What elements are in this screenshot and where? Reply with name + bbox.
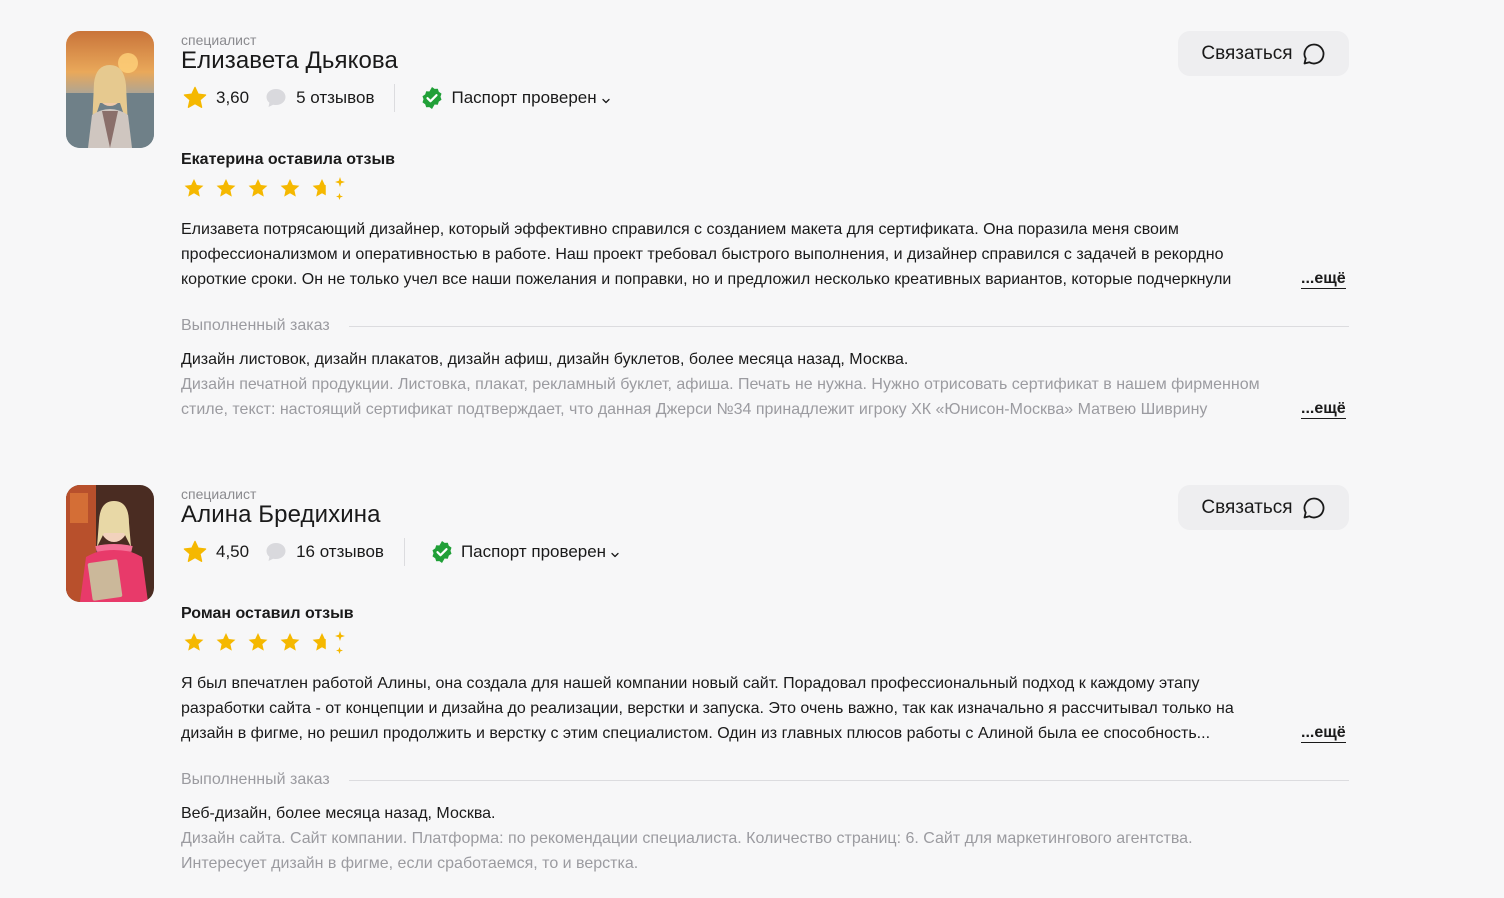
reviews-link[interactable]: 16 отзывов: [296, 542, 384, 562]
verified-check-icon: [430, 540, 454, 564]
chevron-down-icon[interactable]: [610, 547, 620, 558]
review-more-link[interactable]: ...ещё: [1301, 270, 1346, 289]
review-line: Елизавета потрясающий дизайнер, который …: [181, 221, 1179, 238]
role-label: специалист: [181, 486, 257, 502]
reviews-link[interactable]: 5 отзывов: [296, 88, 374, 108]
specialist-meta: 4,50 16 отзывов Паспорт проверен: [181, 538, 620, 566]
specialist-name[interactable]: Алина Бредихина: [181, 501, 381, 529]
order-description: Дизайн сайта. Сайт компании. Платформа: …: [181, 826, 1351, 876]
review-line: дизайн в фигме, но решил продолжить и ве…: [181, 725, 1211, 742]
specialist-name[interactable]: Елизавета Дьякова: [181, 47, 398, 75]
star-icon: [280, 179, 300, 197]
chevron-down-icon[interactable]: [601, 93, 611, 104]
comment-bubble-icon: [265, 541, 287, 563]
star-icon: [248, 633, 268, 651]
star-icon: [280, 633, 300, 651]
contact-button[interactable]: Связаться: [1178, 485, 1349, 530]
review-line: разработки сайта - от концепции и дизайн…: [181, 700, 1234, 717]
star-icon: [184, 179, 204, 197]
contact-button-label: Связаться: [1201, 496, 1293, 518]
review-more-link[interactable]: ...ещё: [1301, 724, 1346, 743]
reviewer-name: Роман оставил отзыв: [181, 605, 354, 622]
contact-button[interactable]: Связаться: [1178, 31, 1349, 76]
rating-value: 4,50: [216, 542, 250, 561]
star-icon: [216, 633, 236, 651]
review-line: профессионализмом и оперативностью в раб…: [181, 246, 1224, 263]
reviewer-name: Екатерина оставила отзыв: [181, 151, 395, 168]
order-more-link[interactable]: ...ещё: [1301, 400, 1346, 419]
chat-icon: [1302, 42, 1326, 66]
chat-icon: [1302, 496, 1326, 520]
order-line: Дизайн сайта. Сайт компании. Платформа: …: [181, 830, 1193, 847]
section-divider: [349, 780, 1349, 781]
divider: [403, 538, 405, 566]
divider: [394, 84, 396, 112]
avatar[interactable]: [66, 485, 154, 602]
comment-bubble-icon: [265, 87, 287, 109]
passport-verified-toggle[interactable]: Паспорт проверен: [461, 542, 606, 562]
review-text: Я был впечатлен работой Алины, она созда…: [181, 671, 1351, 746]
verified-check-icon: [420, 86, 444, 110]
half-star-icon: [313, 631, 345, 654]
completed-order-label: Выполненный заказ: [181, 771, 330, 788]
contact-button-label: Связаться: [1201, 42, 1293, 64]
order-title: Веб-дизайн, более месяца назад, Москва.: [181, 805, 496, 822]
review-text: Елизавета потрясающий дизайнер, который …: [181, 217, 1351, 292]
specialist-meta: 3,60 5 отзывов Паспорт проверен: [181, 84, 611, 112]
review-line: короткие сроки. Он не только учел все на…: [181, 271, 1232, 288]
order-line: Дизайн печатной продукции. Листовка, пла…: [181, 376, 1260, 393]
order-line: Интересует дизайн в фигме, если сработае…: [181, 855, 639, 872]
order-line: стиле, текст: настоящий сертификат подтв…: [181, 401, 1208, 418]
avatar[interactable]: [66, 31, 154, 148]
star-icon: [182, 85, 208, 111]
star-icon: [182, 539, 208, 565]
star-icon: [184, 633, 204, 651]
order-title: Дизайн листовок, дизайн плакатов, дизайн…: [181, 351, 909, 368]
half-star-icon: [313, 177, 345, 200]
section-divider: [349, 326, 1349, 327]
passport-verified-toggle[interactable]: Паспорт проверен: [451, 88, 596, 108]
order-description: Дизайн печатной продукции. Листовка, пла…: [181, 372, 1351, 422]
role-label: специалист: [181, 32, 257, 48]
rating-value: 3,60: [216, 88, 250, 107]
star-icon: [248, 179, 268, 197]
review-line: Я был впечатлен работой Алины, она созда…: [181, 675, 1200, 692]
completed-order-label: Выполненный заказ: [181, 317, 330, 334]
review-stars: [181, 175, 361, 205]
review-stars: [181, 629, 361, 659]
star-icon: [216, 179, 236, 197]
